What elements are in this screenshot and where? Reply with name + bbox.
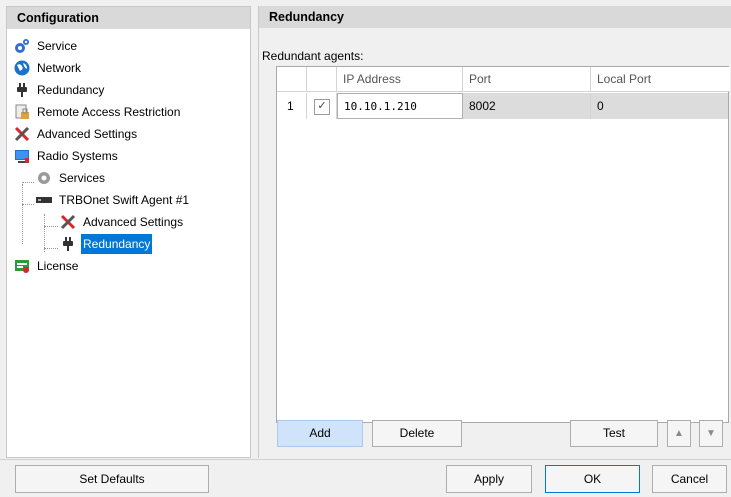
ip-address-cell[interactable]: 10.10.1.210 — [337, 93, 463, 119]
service-gear-icon — [14, 38, 30, 54]
tree-line — [22, 182, 34, 183]
document-lock-icon — [14, 104, 30, 120]
footer-separator — [0, 459, 731, 460]
row-number: 1 — [277, 93, 307, 119]
checkbox-header — [307, 67, 337, 92]
redundancy-panel: Redundancy Redundant agents: IP Address … — [258, 6, 731, 458]
enabled-checkbox[interactable]: ✓ — [314, 99, 330, 115]
tree-item-label: Redundancy — [81, 234, 153, 254]
tree-item-label: Remote Access Restriction — [37, 105, 181, 119]
tree-line — [44, 248, 58, 249]
local-port-cell[interactable]: 0 — [591, 93, 730, 119]
redundancy-header: Redundancy — [259, 6, 731, 28]
configuration-panel: Configuration Service Network Redundancy — [6, 6, 251, 458]
cancel-button[interactable]: Cancel — [652, 465, 727, 493]
tree-line — [44, 214, 45, 252]
license-icon — [14, 258, 30, 274]
column-header-local-port[interactable]: Local Port — [591, 67, 730, 92]
tree-item-label: Service — [37, 39, 78, 53]
set-defaults-button[interactable]: Set Defaults — [15, 465, 209, 493]
row-number-header — [277, 67, 307, 92]
plug-icon — [14, 82, 30, 98]
tree-line — [22, 184, 23, 244]
move-up-button[interactable]: ▲ — [667, 420, 691, 447]
monitor-icon — [14, 148, 30, 164]
tree-item-label: Network — [37, 61, 82, 75]
arrow-up-icon: ▲ — [674, 428, 684, 439]
ok-button[interactable]: OK — [545, 465, 640, 493]
tools-icon — [14, 126, 30, 142]
arrow-down-icon: ▼ — [706, 428, 716, 439]
tools-icon — [60, 214, 76, 230]
delete-button[interactable]: Delete — [372, 420, 462, 447]
tree-item-label: License — [37, 259, 79, 273]
tree-item-label: Redundancy — [37, 83, 105, 97]
tree-item-label: Advanced Settings — [83, 215, 184, 229]
column-header-port[interactable]: Port — [463, 67, 591, 92]
agents-grid[interactable]: IP Address Port Local Port 1 ✓ 10.10.1.2… — [276, 66, 730, 423]
add-button[interactable]: Add — [277, 420, 363, 447]
gear-icon — [36, 170, 52, 186]
port-cell[interactable]: 8002 — [463, 93, 591, 119]
apply-button[interactable]: Apply — [446, 465, 532, 493]
network-globe-icon — [14, 60, 30, 76]
move-down-button[interactable]: ▼ — [699, 420, 723, 447]
tree-item-label: Advanced Settings — [37, 127, 138, 141]
tree-item-label: Radio Systems — [37, 149, 118, 163]
redundant-agents-label: Redundant agents: — [262, 49, 364, 63]
tree-line — [44, 226, 58, 227]
column-header-ip-address[interactable]: IP Address — [337, 67, 463, 92]
device-icon — [36, 192, 52, 208]
configuration-header: Configuration — [7, 7, 250, 29]
test-button[interactable]: Test — [570, 420, 658, 447]
tree-item-label: Services — [59, 171, 106, 185]
tree-line — [22, 204, 34, 205]
plug-icon — [60, 236, 76, 252]
row-checkbox-cell[interactable]: ✓ — [307, 93, 337, 119]
configuration-tree: Service Network Redundancy Remote Access… — [7, 32, 250, 457]
tree-item-label: TRBOnet Swift Agent #1 — [59, 193, 190, 207]
